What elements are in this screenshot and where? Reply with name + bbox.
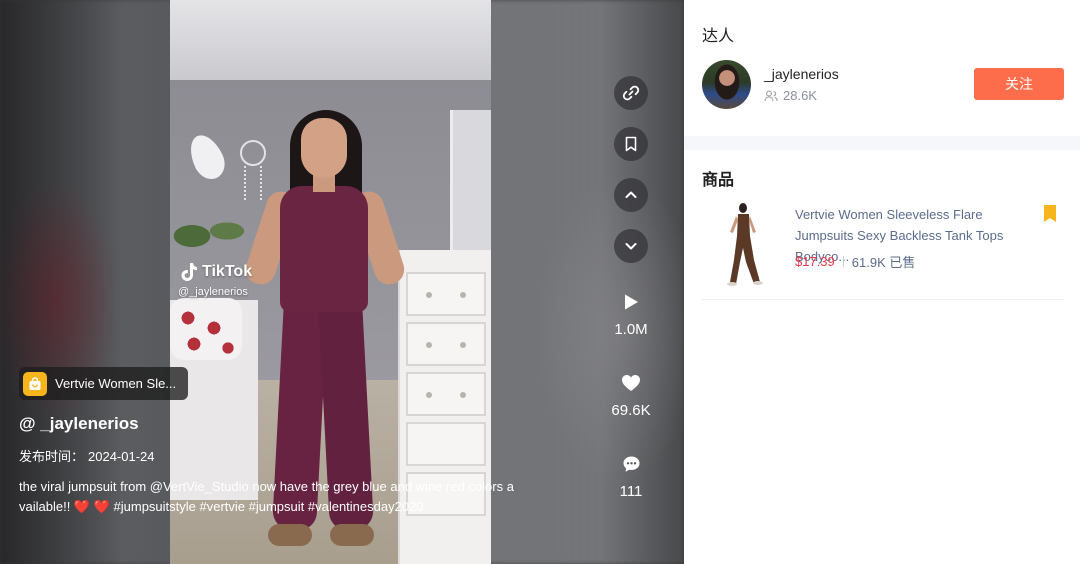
tiktok-note-icon xyxy=(181,263,197,281)
bookmark-icon xyxy=(625,136,637,152)
creator-section: 达人 _jaylenerios 28.6K 关注 xyxy=(684,0,1080,136)
dresser-knob xyxy=(460,342,466,348)
follow-button[interactable]: 关注 xyxy=(974,68,1064,100)
dresser-knob xyxy=(426,342,432,348)
play-count-icon-wrap xyxy=(596,291,666,313)
watermark-handle: @_jaylenerios xyxy=(178,286,248,298)
creator-followers-value: 28.6K xyxy=(783,88,817,103)
play-count-value: 1.0M xyxy=(614,321,648,338)
like-count-value: 69.6K xyxy=(611,402,651,419)
link-icon xyxy=(622,85,640,101)
comment-count-icon-wrap xyxy=(596,453,666,475)
creator-followers: 28.6K xyxy=(764,88,817,103)
dresser-knob xyxy=(460,292,466,298)
bookmark-icon[interactable] xyxy=(1043,205,1057,223)
section-divider xyxy=(684,136,1080,150)
next-video-button[interactable] xyxy=(614,229,648,263)
like-count[interactable]: 69.6K xyxy=(596,372,666,419)
shopping-bag-icon-glyph xyxy=(29,376,41,390)
info-panel: 达人 _jaylenerios 28.6K 关注 商品 Vertvie Wome… xyxy=(684,0,1080,564)
post-date-value: 2024-01-24 xyxy=(88,449,155,464)
comment-count[interactable]: 111 xyxy=(596,453,666,500)
chevron-up-icon xyxy=(625,191,637,198)
tiktok-watermark: TikTok @_jaylenerios xyxy=(178,262,252,298)
dresser-drawer xyxy=(406,272,486,316)
dresser-knob xyxy=(426,292,432,298)
play-count: 1.0M xyxy=(596,291,666,338)
person-face xyxy=(301,118,347,178)
video-caption: the viral jumpsuit from @VertVie_Studio … xyxy=(19,479,514,514)
post-date-label: 发布时间： xyxy=(19,449,85,464)
product-meta: $17.39 61.9K 已售 xyxy=(795,252,915,271)
dresser-drawer xyxy=(406,322,486,366)
person-jumpsuit xyxy=(280,186,368,312)
chevron-down-icon xyxy=(625,243,637,250)
avatar[interactable] xyxy=(702,60,751,109)
post-date: 发布时间： 2024-01-24 xyxy=(19,446,155,465)
creator-name[interactable]: _jaylenerios xyxy=(764,66,839,82)
creator-section-title: 达人 xyxy=(702,28,735,45)
scene-dreamcatcher xyxy=(240,140,266,166)
shopping-bag-icon xyxy=(23,371,47,396)
scene-plant xyxy=(172,206,252,256)
dresser-knob xyxy=(460,392,466,398)
dresser-drawer xyxy=(406,372,486,416)
author-handle[interactable]: @ _jaylenerios xyxy=(19,414,139,434)
previous-video-button[interactable] xyxy=(614,178,648,212)
like-count-icon-wrap xyxy=(596,372,666,394)
scene-pillow xyxy=(170,298,242,360)
product-sold: 61.9K 已售 xyxy=(851,255,916,270)
video-player[interactable]: TikTok @_jaylenerios Vertvie Women Sle..… xyxy=(0,0,684,564)
comment-icon xyxy=(623,456,639,472)
followers-icon xyxy=(764,90,778,101)
meta-divider xyxy=(842,256,844,267)
copy-link-button[interactable] xyxy=(614,76,648,110)
play-icon xyxy=(625,294,638,310)
scene-ceiling xyxy=(170,0,491,90)
scene-dreamcatcher-tail xyxy=(244,166,262,200)
product-price: $17.39 xyxy=(795,254,835,269)
dresser-knob xyxy=(426,392,432,398)
tiktok-logo: TikTok xyxy=(180,262,252,282)
tiktok-brand: TikTok xyxy=(202,263,253,280)
person-boot-left xyxy=(268,524,312,546)
product-tag-label: Vertvie Women Sle... xyxy=(55,376,177,391)
product-card[interactable]: Vertvie Women Sleeveless Flare Jumpsuits… xyxy=(702,196,1064,300)
product-tag-button[interactable]: Vertvie Women Sle... xyxy=(19,367,188,400)
comment-count-value: 111 xyxy=(619,483,643,500)
dresser-drawer xyxy=(406,422,486,466)
person-boot-right xyxy=(330,524,374,546)
products-section-title: 商品 xyxy=(702,172,735,189)
product-thumbnail[interactable] xyxy=(712,202,780,288)
heart-icon xyxy=(622,375,640,391)
save-button[interactable] xyxy=(614,127,648,161)
